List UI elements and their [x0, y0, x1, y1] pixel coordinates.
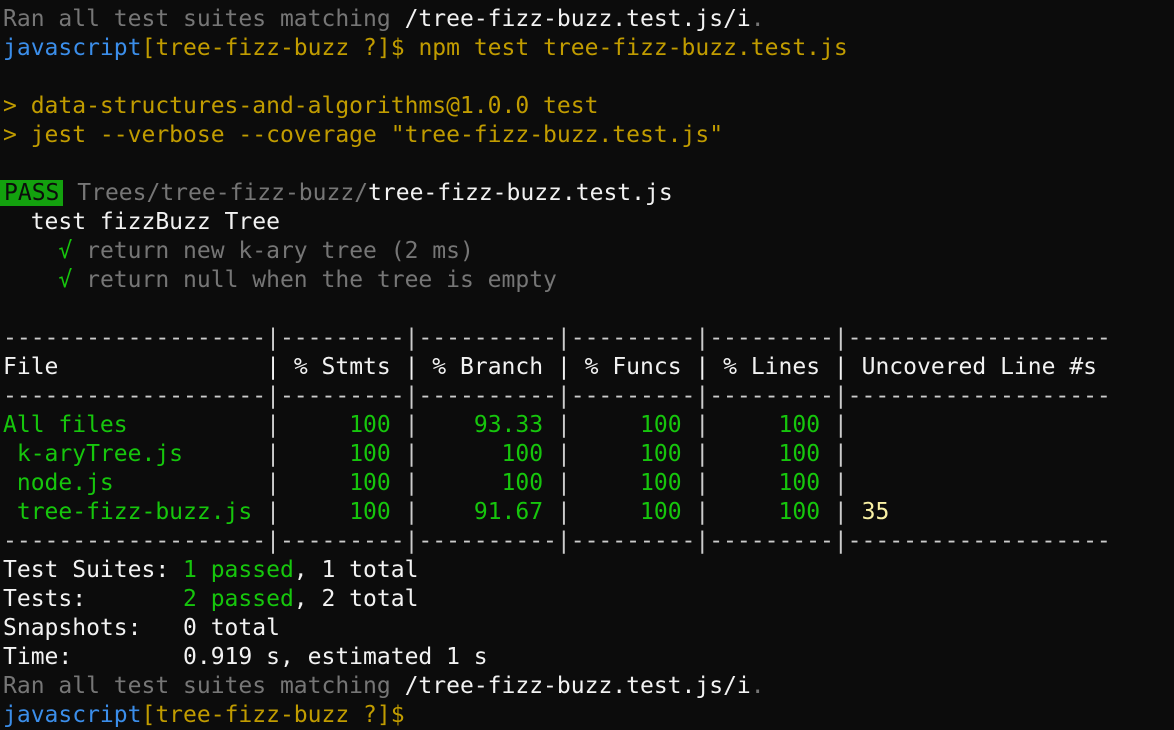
ran-tests-line-bottom: Ran all test suites matching /tree-fizz-… — [3, 672, 765, 701]
coverage-row: node.js | 100 | 100 | 100 | 100 | — [3, 470, 848, 496]
row-lines: 100 — [709, 412, 834, 438]
suites-label: Test Suites: — [3, 557, 184, 583]
coverage-header: File | % Stmts | % Branch | % Funcs | % … — [3, 354, 1111, 380]
row-file: node.js — [3, 470, 267, 496]
row-branch: 100 — [418, 470, 557, 496]
row-lines: 100 — [709, 470, 834, 496]
col-uncovered: Uncovered Line #s — [847, 354, 1111, 380]
jest-command-line: > jest --verbose --coverage "tree-fizz-b… — [3, 122, 724, 148]
ran-tests-line-top: Ran all test suites matching /tree-fizz-… — [3, 5, 765, 34]
test-path: Trees/tree-fizz-buzz/ — [77, 180, 369, 206]
tests-label: Tests: — [3, 586, 184, 612]
row-branch: 100 — [418, 441, 557, 467]
prompt-dir: javascript — [3, 702, 142, 728]
summary-suites: Test Suites: 1 passed, 1 total — [3, 556, 418, 585]
row-file: All files — [3, 412, 267, 438]
col-funcs: % Funcs — [570, 354, 696, 380]
prompt-line-2[interactable]: javascript[tree-fizz-buzz ?]$ — [3, 701, 405, 730]
prompt-symbol: $ — [390, 702, 405, 728]
coverage-separator: -------------------|---------|----------… — [3, 325, 1111, 351]
npm-script-line: > data-structures-and-algorithms@1.0.0 t… — [3, 93, 599, 119]
row-stmts: 100 — [279, 470, 405, 496]
row-file: tree-fizz-buzz.js — [3, 499, 267, 525]
ran-suffix: . — [750, 6, 765, 32]
row-branch: 93.33 — [418, 412, 557, 438]
prompt-line-1: javascript[tree-fizz-buzz ?]$ npm test t… — [3, 34, 848, 63]
ran-pattern: /tree-fizz-buzz.test.js/i — [404, 673, 751, 699]
row-lines: 100 — [709, 441, 834, 467]
check-icon: √ — [3, 267, 73, 293]
row-file: k-aryTree.js — [3, 441, 267, 467]
row-funcs: 100 — [570, 470, 696, 496]
prompt-branch: [tree-fizz-buzz ?] — [141, 35, 391, 61]
col-branch: % Branch — [418, 354, 557, 380]
terminal-window[interactable]: Ran all test suites matching /tree-fizz-… — [0, 0, 1174, 730]
coverage-row: k-aryTree.js | 100 | 100 | 100 | 100 | — [3, 441, 848, 467]
suites-passed: 1 passed — [183, 557, 294, 583]
ran-pattern: /tree-fizz-buzz.test.js/i — [404, 6, 751, 32]
test-file: tree-fizz-buzz.test.js — [368, 180, 673, 206]
row-branch: 91.67 — [418, 499, 557, 525]
row-funcs: 100 — [570, 441, 696, 467]
snapshots-label: Snapshots: — [3, 615, 184, 641]
test-case: √ return new k-ary tree (2 ms) — [3, 237, 474, 266]
col-lines: % Lines — [709, 354, 834, 380]
row-uncovered: 35 — [847, 499, 890, 525]
summary-snapshots: Snapshots: 0 total — [3, 614, 280, 643]
coverage-row: All files | 100 | 93.33 | 100 | 100 | — [3, 412, 848, 438]
summary-time: Time: 0.919 s, estimated 1 s — [3, 643, 488, 672]
coverage-row: tree-fizz-buzz.js | 100 | 91.67 | 100 | … — [3, 499, 890, 525]
tests-passed: 2 passed — [183, 586, 294, 612]
row-funcs: 100 — [570, 412, 696, 438]
row-funcs: 100 — [570, 499, 696, 525]
prompt-branch: [tree-fizz-buzz ?] — [141, 702, 391, 728]
coverage-separator: -------------------|---------|----------… — [3, 528, 1111, 554]
suite-name: test fizzBuzz Tree — [3, 209, 280, 235]
row-lines: 100 — [709, 499, 834, 525]
check-icon: √ — [3, 238, 73, 264]
time-label: Time: — [3, 644, 184, 670]
ran-prefix: Ran all test suites matching — [3, 673, 405, 699]
col-file: File — [3, 354, 267, 380]
row-stmts: 100 — [279, 441, 405, 467]
test-result-line: PASS Trees/tree-fizz-buzz/tree-fizz-buzz… — [0, 179, 673, 208]
test-case: √ return null when the tree is empty — [3, 266, 557, 295]
snapshots-value: 0 total — [183, 615, 280, 641]
ran-suffix: . — [750, 673, 765, 699]
ran-prefix: Ran all test suites matching — [3, 6, 405, 32]
test-case-text: return new k-ary tree (2 ms) — [72, 238, 474, 264]
row-stmts: 100 — [279, 499, 405, 525]
prompt-command: npm test tree-fizz-buzz.test.js — [404, 35, 848, 61]
row-stmts: 100 — [279, 412, 405, 438]
prompt-dir: javascript — [3, 35, 142, 61]
tests-total: , 2 total — [293, 586, 419, 612]
summary-tests: Tests: 2 passed, 2 total — [3, 585, 418, 614]
pass-badge: PASS — [0, 180, 64, 206]
col-stmts: % Stmts — [279, 354, 405, 380]
test-case-text: return null when the tree is empty — [72, 267, 557, 293]
suites-total: , 1 total — [293, 557, 419, 583]
prompt-symbol: $ — [390, 35, 405, 61]
coverage-separator: -------------------|---------|----------… — [3, 383, 1111, 409]
time-value: 0.919 s, estimated 1 s — [183, 644, 488, 670]
